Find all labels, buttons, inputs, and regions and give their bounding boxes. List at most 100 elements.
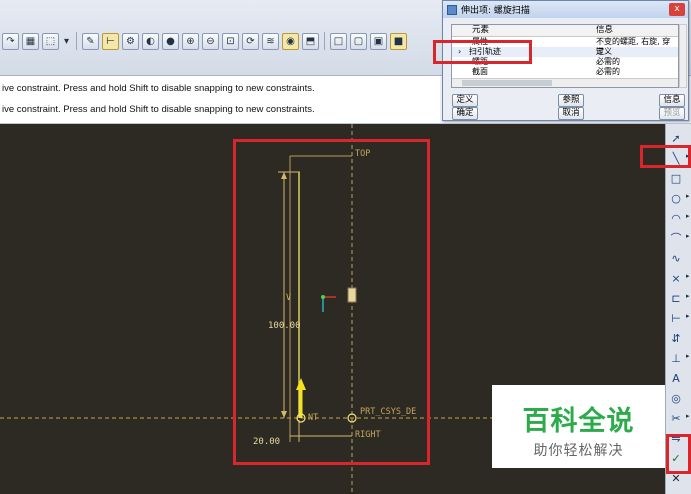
- repaint-icon[interactable]: ⟳: [242, 32, 259, 50]
- toolbar-divider: [324, 32, 325, 50]
- column-header-element: 元素: [472, 25, 490, 35]
- flyout-arrow-icon[interactable]: ▸: [686, 312, 690, 320]
- circle-icon[interactable]: ○: [668, 190, 684, 206]
- dimension-icon[interactable]: ⊢: [668, 310, 684, 326]
- message-area: ive constraint. Press and hold Shift to …: [0, 76, 440, 124]
- modify-icon[interactable]: ⇵: [668, 330, 684, 346]
- watermark-title: 百科全说: [522, 406, 635, 437]
- view-icon[interactable]: ◉: [282, 32, 299, 50]
- v-constraint-label: V: [286, 293, 291, 303]
- select-box-icon[interactable]: ⬚: [42, 32, 59, 50]
- row-element: › 扫引轨迹: [452, 47, 590, 57]
- view-toolbar-row: ↷ ▦ ⬚ ▾ ✎ ⊢ ⚙ ◐ ● ⊕ ⊖ ⊡ ⟳ ≋ ◉ ⬒ □ ▢ ▣ ■: [0, 28, 440, 54]
- wireframe-icon[interactable]: □: [330, 32, 347, 50]
- flyout-arrow-icon[interactable]: ▸: [686, 152, 690, 160]
- constraint-icon[interactable]: ⊥: [668, 350, 684, 366]
- display-style-icon[interactable]: ◐: [142, 32, 159, 50]
- layers-icon[interactable]: ≋: [262, 32, 279, 50]
- constraints-icon[interactable]: ⊢: [102, 32, 119, 50]
- info-button[interactable]: 信息: [659, 94, 685, 107]
- message-line: ive constraint. Press and hold Shift to …: [2, 104, 315, 115]
- redo-icon[interactable]: ↷: [2, 32, 19, 50]
- cancel-button[interactable]: 取消: [558, 107, 584, 120]
- row-info: 必需的: [596, 57, 620, 66]
- constraint-symbol: [347, 287, 357, 303]
- column-header-info: 信息: [596, 25, 614, 35]
- point-label: NT: [308, 413, 318, 423]
- flyout-arrow-icon[interactable]: ▸: [686, 272, 690, 280]
- row-pointer-icon: ›: [458, 47, 469, 56]
- row-info: 定义: [596, 47, 612, 56]
- width-dimension-value[interactable]: 20.00: [253, 437, 280, 447]
- row-element: 属性: [472, 37, 488, 46]
- mirror-icon[interactable]: ⇋: [668, 430, 684, 446]
- dim-arrow-icon: [281, 411, 287, 418]
- start-arrow-icon: [296, 378, 306, 390]
- flyout-arrow-icon[interactable]: ▸: [686, 212, 690, 220]
- dialog-close-button[interactable]: x: [669, 3, 685, 16]
- row-element: 螺距: [472, 57, 488, 66]
- row-info: 不变的螺距, 右旋, 穿过: [596, 37, 671, 56]
- flyout-arrow-icon[interactable]: ▸: [686, 232, 690, 240]
- relations-icon[interactable]: ⚙: [122, 32, 139, 50]
- zoom-in-icon[interactable]: ⊕: [182, 32, 199, 50]
- grid-icon[interactable]: ▦: [22, 32, 39, 50]
- arc-icon[interactable]: ◠: [668, 210, 684, 226]
- define-button[interactable]: 定义: [452, 94, 478, 107]
- element-table: 元素 信息 属性 不变的螺距, 右旋, 穿过 › 扫引轨迹 定义 螺距 必需的 …: [451, 24, 679, 88]
- toolbar-divider: [76, 32, 77, 50]
- dialog-app-icon: [447, 4, 457, 15]
- row-element: 截面: [472, 67, 488, 76]
- select-arrow-icon[interactable]: ➚: [668, 130, 684, 146]
- flyout-arrow-icon[interactable]: ▸: [686, 292, 690, 300]
- dim-arrow-icon: [281, 172, 287, 179]
- dialog-titlebar[interactable]: 伸出项: 螺旋扫描: [443, 1, 688, 18]
- top-datum-label: TOP: [355, 149, 370, 159]
- scroll-thumb[interactable]: [462, 80, 552, 86]
- dropdown-icon[interactable]: ▾: [62, 33, 71, 50]
- watermark-subtitle: 助你轻松解决: [533, 443, 624, 459]
- orient-icon[interactable]: ⬒: [302, 32, 319, 50]
- point-icon[interactable]: ×: [668, 270, 684, 286]
- watermark: 百科全说 助你轻松解决: [492, 385, 665, 468]
- row-info: 必需的: [596, 67, 620, 76]
- table-row[interactable]: 螺距 必需的: [452, 57, 678, 67]
- cancel-x-icon[interactable]: ✕: [668, 470, 684, 486]
- flyout-arrow-icon[interactable]: ▸: [686, 192, 690, 200]
- spline-icon[interactable]: ∿: [668, 250, 684, 266]
- table-row[interactable]: 属性 不变的螺距, 右旋, 穿过: [452, 37, 678, 56]
- line-icon[interactable]: ╲: [668, 150, 684, 166]
- table-horizontal-scrollbar[interactable]: [452, 78, 678, 87]
- table-vertical-scrollbar[interactable]: [679, 24, 687, 88]
- text-icon[interactable]: A: [668, 370, 684, 386]
- fillet-icon[interactable]: ⌒: [668, 230, 684, 246]
- table-row[interactable]: 截面 必需的: [452, 67, 678, 77]
- height-dimension-value[interactable]: 100.00: [268, 321, 301, 331]
- feature-dialog: 伸出项: 螺旋扫描 x 元素 信息 属性 不变的螺距, 右旋, 穿过 › 扫引轨…: [442, 0, 689, 121]
- sketch-icon[interactable]: ✎: [82, 32, 99, 50]
- zoom-fit-icon[interactable]: ⊡: [222, 32, 239, 50]
- csys-triad-center: [321, 295, 325, 299]
- palette-icon[interactable]: ◎: [668, 390, 684, 406]
- no-hidden-icon[interactable]: ▣: [370, 32, 387, 50]
- preview-button[interactable]: 预览: [659, 107, 685, 120]
- row-element-label: 扫引轨迹: [468, 47, 501, 56]
- right-datum-label: RIGHT: [355, 430, 381, 440]
- accept-check-icon[interactable]: ✓: [668, 450, 684, 466]
- flyout-arrow-icon[interactable]: ▸: [686, 412, 690, 420]
- table-row[interactable]: › 扫引轨迹 定义: [452, 47, 678, 57]
- sphere-icon[interactable]: ●: [162, 32, 179, 50]
- csys-label: PRT_CSYS_DE: [360, 407, 416, 417]
- zoom-out-icon[interactable]: ⊖: [202, 32, 219, 50]
- hidden-line-icon[interactable]: ▢: [350, 32, 367, 50]
- reference-button[interactable]: 参照: [558, 94, 584, 107]
- shaded-icon[interactable]: ■: [390, 32, 407, 50]
- flyout-arrow-icon[interactable]: ▸: [686, 352, 690, 360]
- dialog-title: 伸出项: 螺旋扫描: [461, 6, 530, 16]
- trim-icon[interactable]: ✂: [668, 410, 684, 426]
- sketch-toolbar: ➚ ╲ ▸ □ ○ ▸ ◠ ▸ ⌒ ▸ ∿ × ▸ ⊏ ▸ ⊢ ▸ ⇵ ⊥ ▸ A ◎ ✂ ▸ ⇋…: [665, 124, 691, 494]
- offset-edge-icon[interactable]: ⊏: [668, 290, 684, 306]
- ok-button[interactable]: 确定: [452, 107, 478, 120]
- element-table-header: 元素 信息: [452, 25, 678, 37]
- rectangle-icon[interactable]: □: [668, 170, 684, 186]
